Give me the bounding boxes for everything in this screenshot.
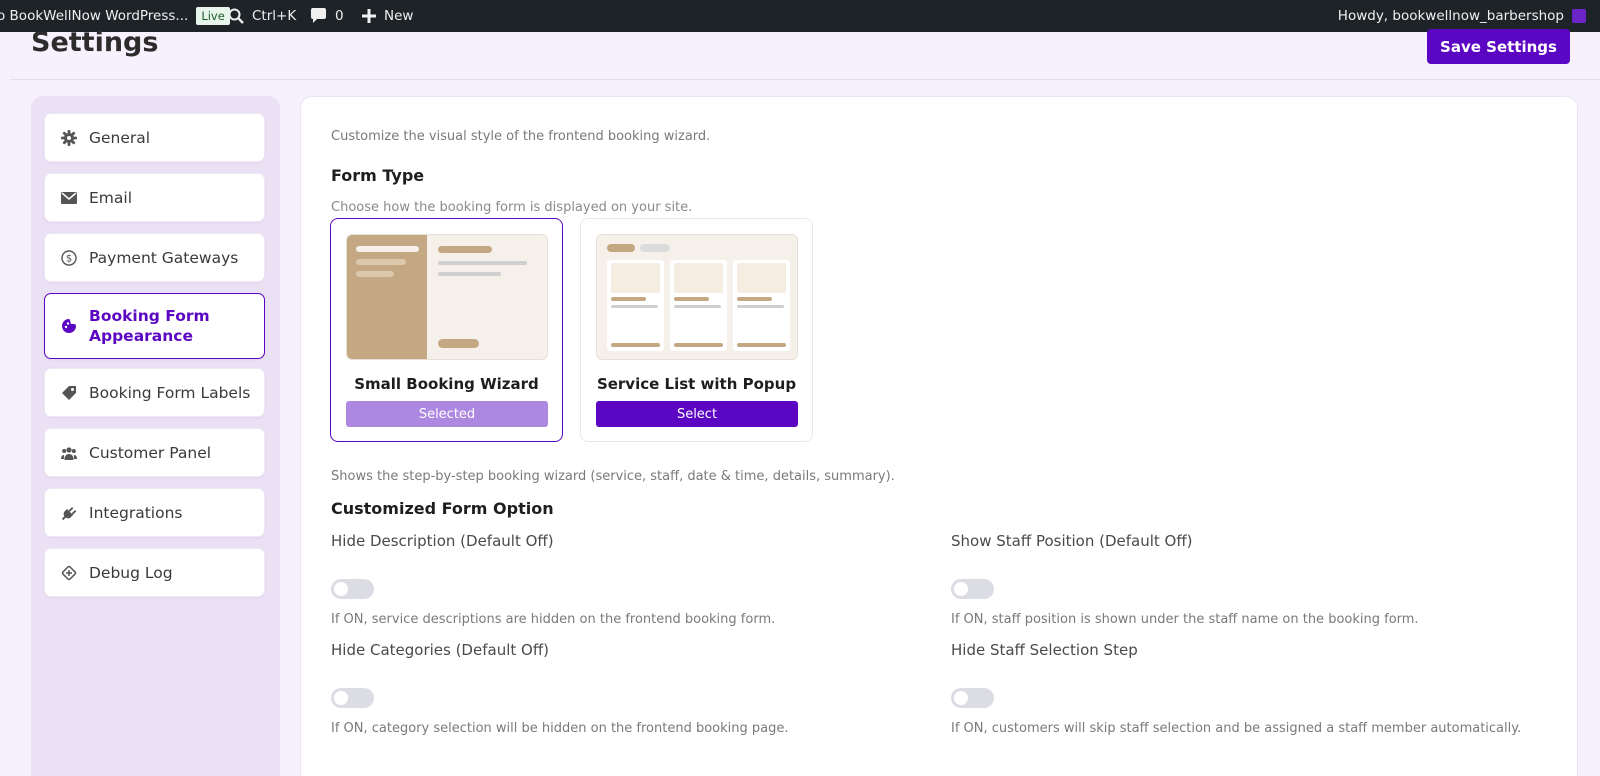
show-staff-position-toggle[interactable] [951,579,994,599]
sidebar-item-label: Booking Form Labels [89,383,251,402]
show-staff-position-help: If ON, staff position is shown under the… [951,612,1419,627]
hide-description-label: Hide Description (Default Off) [331,532,554,550]
palette-icon [61,318,77,334]
howdy-text: Howdy, bookwellnow_barbershop [1337,8,1564,24]
sidebar-item-customer-panel[interactable]: Customer Panel [44,428,265,477]
sidebar-item-booking-form-labels[interactable]: Booking Form Labels [44,368,265,417]
panel-intro: Customize the visual style of the fronte… [331,129,711,144]
service-list-preview [596,234,798,360]
settings-sidebar: General Email $ Payment Gateways Booking… [31,96,280,776]
admin-bar-comments[interactable]: 0 [310,0,344,32]
sidebar-item-label: Integrations [89,503,183,522]
comments-count: 0 [335,8,344,24]
avatar [1572,9,1586,23]
sidebar-item-label: General [89,128,151,147]
hide-description-help: If ON, service descriptions are hidden o… [331,612,776,627]
form-type-subtitle: Choose how the booking form is displayed… [331,200,693,215]
sidebar-item-label: Customer Panel [89,443,212,462]
form-type-title: Form Type [331,166,425,185]
select-button[interactable]: Select [596,401,798,427]
sidebar-item-integrations[interactable]: Integrations [44,488,265,537]
customized-form-title: Customized Form Option [331,499,554,518]
form-type-service-list-popup[interactable]: Service List with Popup Select [580,218,813,442]
live-badge: Live [196,7,230,25]
form-type-name: Small Booking Wizard [354,375,539,393]
tag-icon [61,385,77,401]
admin-bar-search[interactable]: Ctrl+K [228,0,296,32]
dollar-icon: $ [61,249,77,266]
search-icon [228,8,244,24]
svg-text:$: $ [66,253,72,264]
page-header: Settings [10,27,1600,80]
new-label: New [384,8,414,24]
show-staff-position-label: Show Staff Position (Default Off) [951,532,1193,550]
plus-icon [362,9,376,23]
form-type-name: Service List with Popup [596,375,797,393]
sidebar-item-label: Debug Log [89,563,173,582]
sidebar-item-general[interactable]: General [44,113,265,162]
save-settings-button[interactable]: Save Settings [1427,29,1570,64]
form-type-description: Shows the step-by-step booking wizard (s… [331,469,895,484]
small-wizard-preview [346,234,548,360]
admin-bar: o BookWellNow WordPress... Live Ctrl+K 0… [0,0,1600,32]
sidebar-item-debug-log[interactable]: Debug Log [44,548,265,597]
sidebar-item-booking-form-appearance[interactable]: Booking Form Appearance [44,293,265,359]
sidebar-item-label: Email [89,188,133,207]
admin-bar-new[interactable]: New [362,0,413,32]
envelope-icon [61,190,77,206]
form-type-small-booking-wizard[interactable]: Small Booking Wizard Selected [330,218,563,442]
users-icon [61,445,77,461]
bug-icon [61,565,77,581]
comment-icon [311,8,326,23]
hide-categories-label: Hide Categories (Default Off) [331,641,550,659]
hide-categories-toggle[interactable] [331,688,374,708]
sidebar-item-label: Booking Form Appearance [89,307,210,345]
sidebar-item-email[interactable]: Email [44,173,265,222]
sidebar-item-payment-gateways[interactable]: $ Payment Gateways [44,233,265,282]
hide-staff-selection-label: Hide Staff Selection Step [951,641,1138,659]
settings-panel: Customize the visual style of the fronte… [300,96,1578,776]
admin-bar-account[interactable]: Howdy, bookwellnow_barbershop [1338,0,1586,32]
page-title: Settings [31,27,159,58]
hide-categories-help: If ON, category selection will be hidden… [331,721,789,736]
search-shortcut: Ctrl+K [252,8,297,24]
site-name[interactable]: o BookWellNow WordPress... [0,8,188,24]
hide-staff-selection-help: If ON, customers will skip staff selecti… [951,721,1522,736]
sidebar-item-label: Payment Gateways [89,248,239,267]
gear-icon [61,129,77,146]
selected-button[interactable]: Selected [346,401,548,427]
hide-description-toggle[interactable] [331,579,374,599]
plug-icon [61,505,77,521]
hide-staff-selection-toggle[interactable] [951,688,994,708]
